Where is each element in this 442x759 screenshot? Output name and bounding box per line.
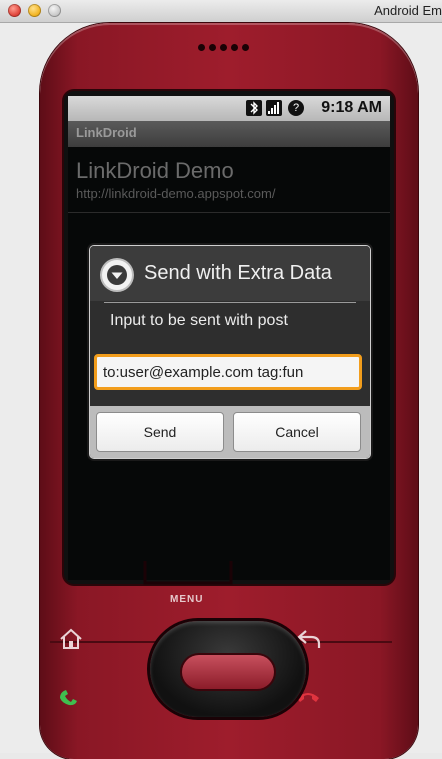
menu-key[interactable]: MENU [170, 594, 203, 605]
status-bar: ? 9:18 AM [68, 96, 390, 121]
app-title-bar: LinkDroid [68, 121, 390, 147]
chevron-down-circle-icon [102, 260, 132, 290]
dialog-header: Send with Extra Data [90, 246, 370, 301]
home-icon[interactable] [58, 627, 84, 651]
status-time: 9:18 AM [321, 99, 382, 116]
extra-data-input[interactable] [94, 354, 362, 390]
list-divider [68, 212, 390, 213]
window-close-button[interactable] [8, 4, 21, 17]
menu-key-outline [143, 561, 233, 585]
dialog-title: Send with Extra Data [144, 262, 332, 284]
window-minimize-button[interactable] [28, 4, 41, 17]
call-icon[interactable] [56, 684, 84, 708]
cancel-button[interactable]: Cancel [233, 412, 361, 452]
window-zoom-button[interactable] [48, 4, 61, 17]
speaker-grille [198, 38, 258, 51]
trackball[interactable] [150, 621, 306, 717]
send-extra-data-dialog: Send with Extra Data Input to be sent wi… [90, 246, 370, 458]
device-screen: ? 9:18 AM LinkDroid LinkDroid Demo http:… [68, 96, 390, 580]
bluetooth-icon [246, 100, 262, 116]
window-titlebar: Android Em [0, 0, 442, 23]
dialog-message: Input to be sent with post [110, 312, 288, 329]
app-title: LinkDroid [76, 125, 137, 140]
list-item-subtitle: http://linkdroid-demo.appspot.com/ [76, 186, 276, 201]
trackball-center-button[interactable] [182, 655, 274, 689]
help-icon: ? [288, 100, 304, 116]
dialog-button-bar: Send Cancel [90, 406, 370, 458]
dialog-title-divider [104, 302, 356, 303]
emulator-stage: ? 9:18 AM LinkDroid LinkDroid Demo http:… [0, 23, 442, 759]
window-title: Android Em [374, 3, 442, 18]
signal-icon [266, 100, 282, 116]
list-item-title[interactable]: LinkDroid Demo [76, 158, 234, 184]
send-button[interactable]: Send [96, 412, 224, 452]
